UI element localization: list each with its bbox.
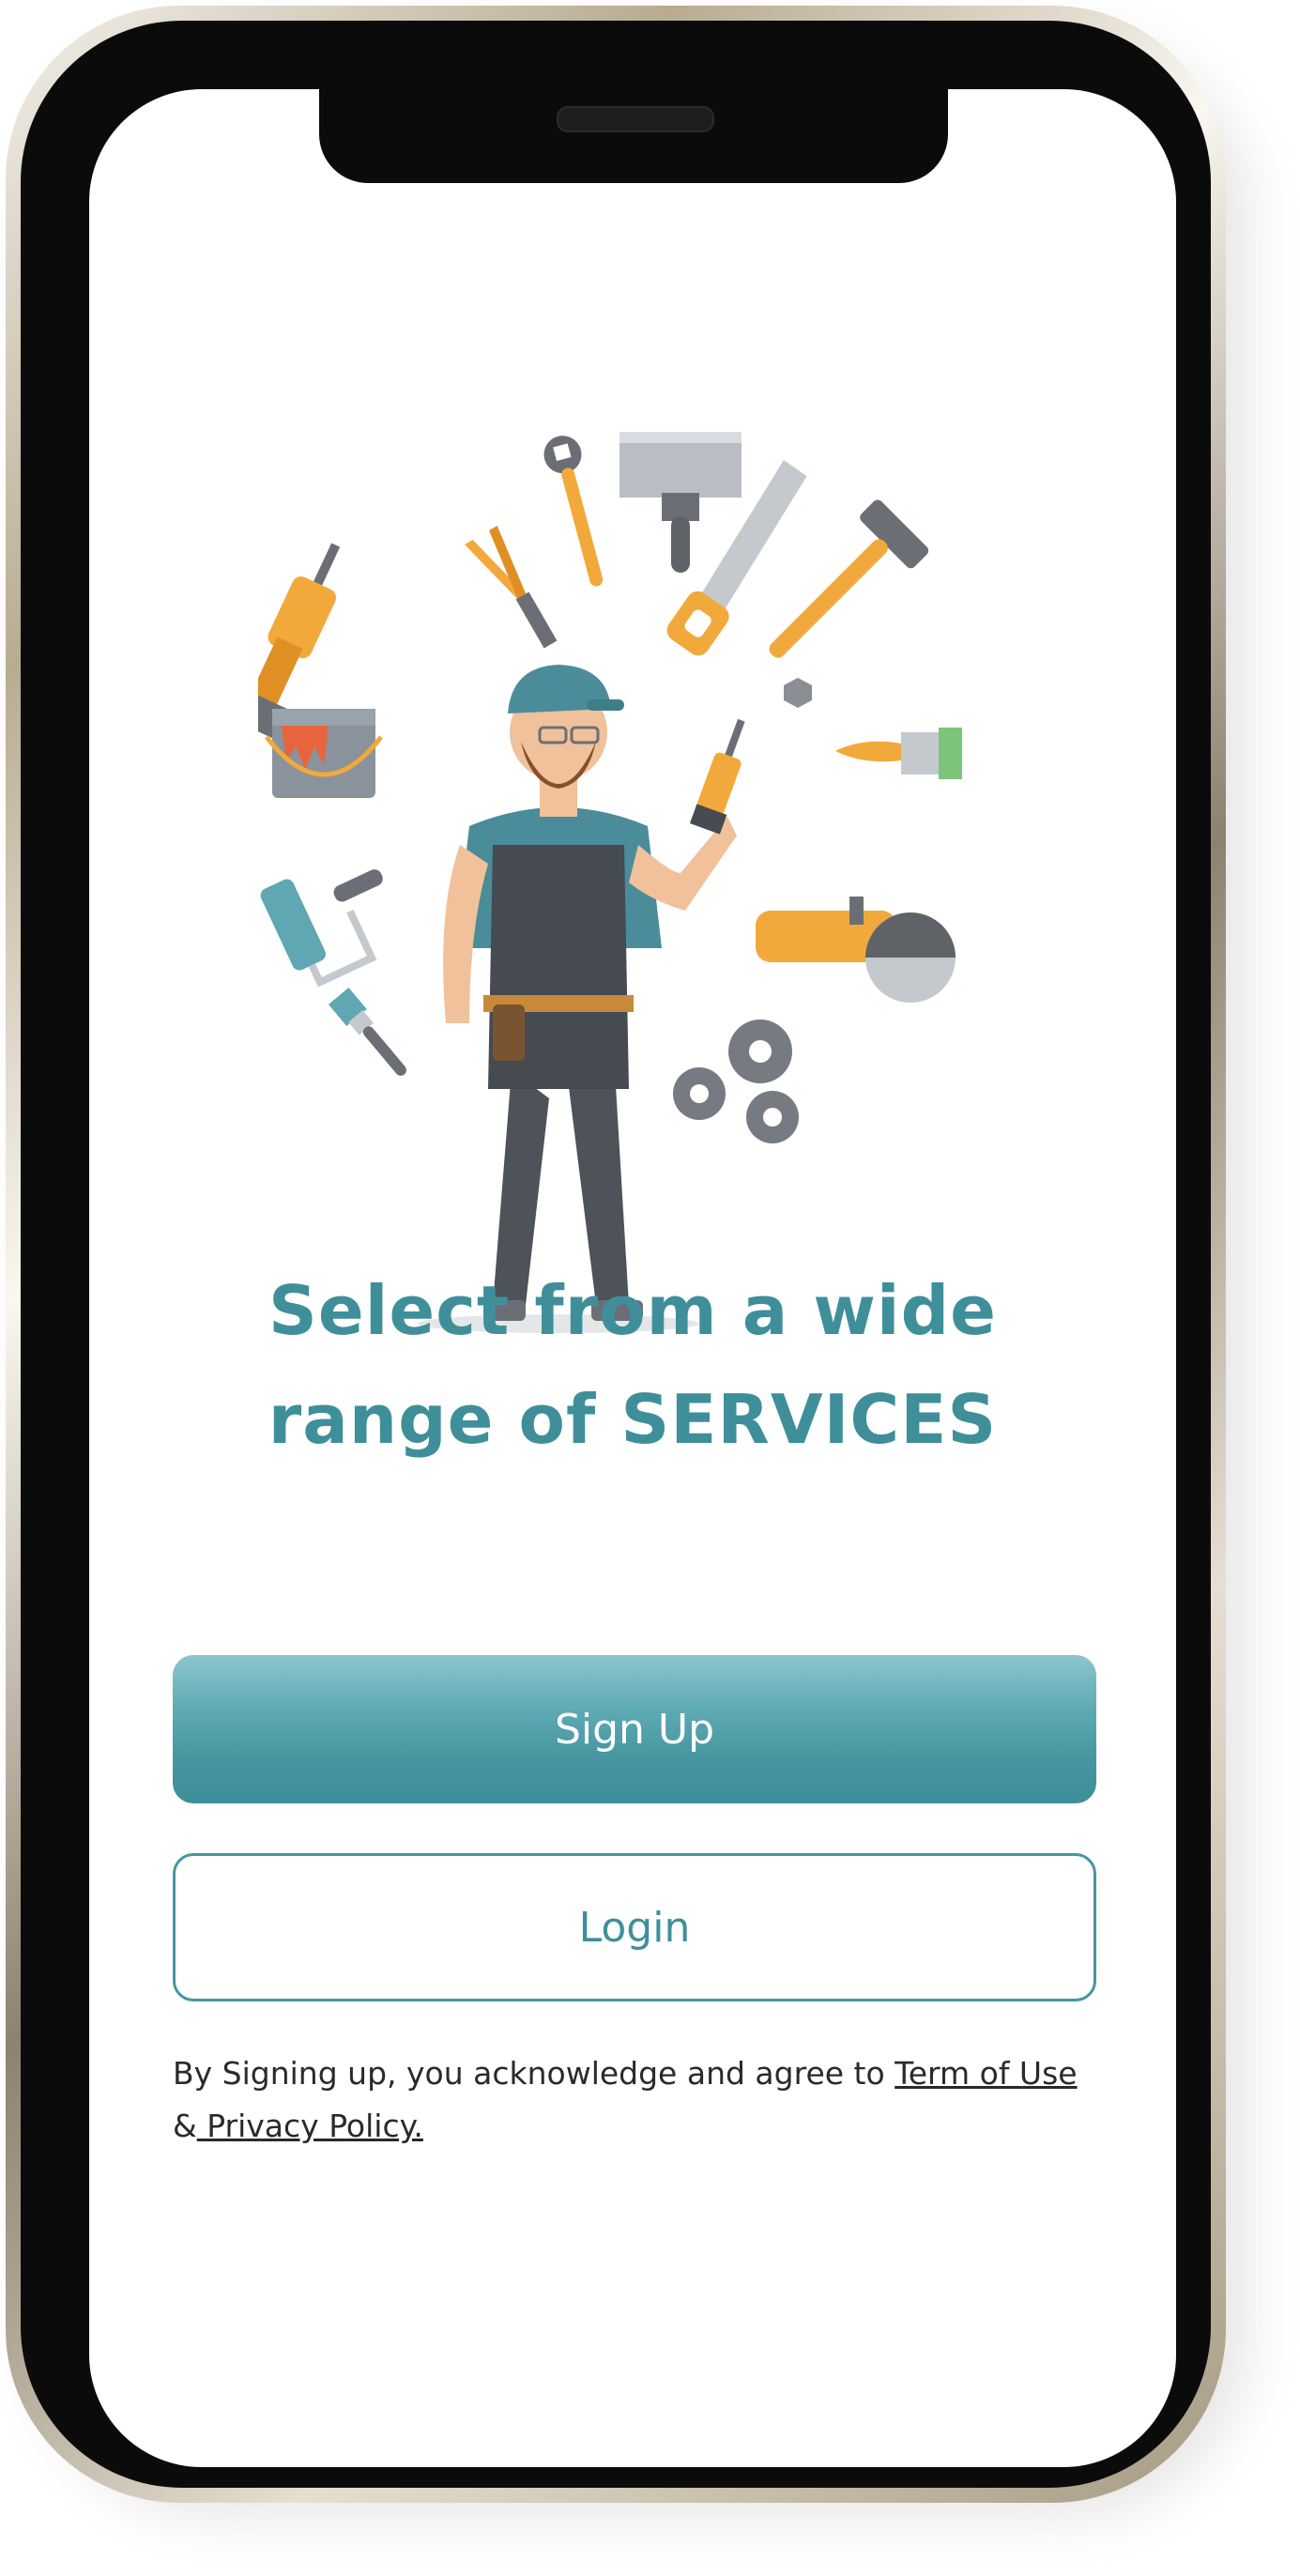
- handyman-figure: [418, 665, 745, 1333]
- login-label: Login: [578, 1903, 691, 1952]
- gears-icon: [673, 1020, 799, 1143]
- paint-roller-icon: [260, 869, 383, 988]
- terms-of-use-link[interactable]: Term of Use: [895, 2055, 1077, 2092]
- headline-line-2: range of SERVICES: [268, 1380, 998, 1459]
- nut-icon: [784, 678, 812, 708]
- pliers-icon: [465, 526, 558, 649]
- headline-line-1: Select from a wide: [268, 1271, 997, 1350]
- wrench-icon: [543, 436, 604, 587]
- earpiece-speaker: [557, 106, 714, 132]
- phone-bezel: Select from a wide range of SERVICES Sig…: [21, 21, 1211, 2488]
- legal-notice: By Signing up, you acknowledge and agree…: [173, 2047, 1102, 2153]
- legal-text: By Signing up, you acknowledge and agree…: [173, 2055, 895, 2092]
- phone-frame: Select from a wide range of SERVICES Sig…: [6, 6, 1226, 2503]
- putty-knife-icon: [619, 432, 742, 573]
- sign-up-button[interactable]: Sign Up: [173, 1655, 1096, 1803]
- angle-grinder-icon: [756, 897, 956, 1003]
- paint-bucket-icon: [265, 709, 383, 798]
- app-screen: Select from a wide range of SERVICES Sig…: [89, 89, 1176, 2467]
- small-brush-icon: [329, 988, 406, 1076]
- handyman-illustration: [258, 432, 962, 1333]
- paint-brush-icon: [835, 728, 962, 779]
- legal-ampersand: &: [173, 2108, 197, 2144]
- notch: [319, 89, 948, 183]
- login-button[interactable]: Login: [173, 1853, 1096, 2001]
- sign-up-label: Sign Up: [554, 1705, 715, 1754]
- privacy-policy-link[interactable]: Privacy Policy.: [197, 2108, 423, 2144]
